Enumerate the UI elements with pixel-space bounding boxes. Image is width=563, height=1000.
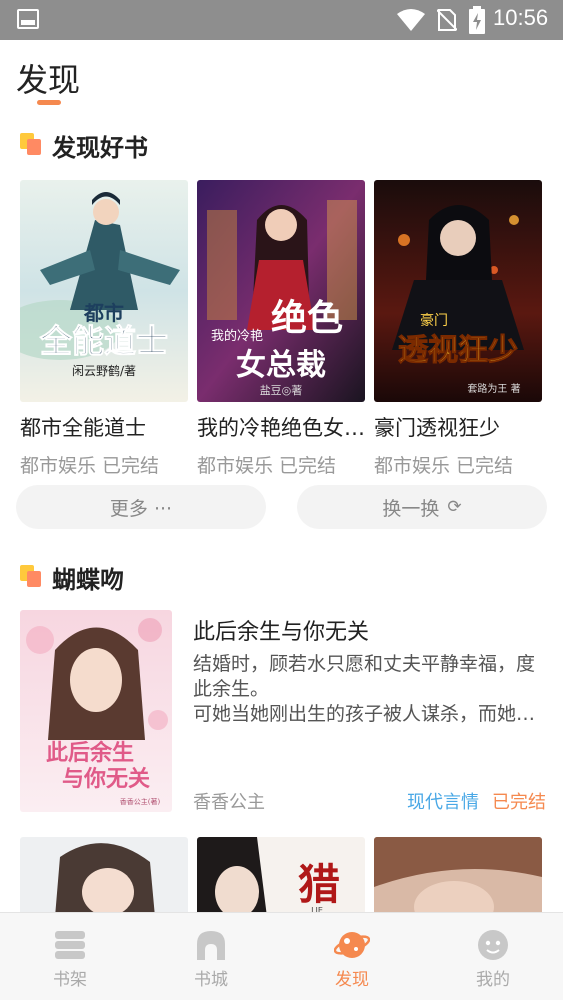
featured-book-author: 香香公主 <box>193 792 265 813</box>
cover-art: 都市 全能道士 闲云野鹤/著 <box>20 180 188 402</box>
cover-art: 此后余生 与你无关 香香公主(著) <box>20 610 172 812</box>
section-title: 蝴蝶吻 <box>52 565 124 594</box>
section-icon <box>20 133 44 157</box>
book-meta: 都市娱乐 已完结 <box>374 455 514 477</box>
book-meta: 都市娱乐 已完结 <box>20 455 160 477</box>
book-title[interactable]: 豪门透视狂少 <box>374 412 542 442</box>
page-title: 发现 <box>16 61 81 99</box>
nav-item-profile[interactable]: 我的 <box>423 913 563 1000</box>
section-title: 发现好书 <box>52 133 148 162</box>
more-button-label: 更多 ··· <box>109 497 173 520</box>
book-cover[interactable]: 豪门 透视狂少 套路为王 著 <box>374 180 542 402</box>
svg-text:盐豆◎著: 盐豆◎著 <box>260 383 303 397</box>
nav-label: 发现 <box>335 970 369 990</box>
book-title[interactable]: 都市全能道士 <box>20 412 188 442</box>
book-cover[interactable]: 我的冷艳 绝色 女总裁 盐豆◎著 <box>197 180 365 402</box>
nav-item-bookstore[interactable]: 书城 <box>141 913 281 1000</box>
cover-art <box>374 837 542 917</box>
book-title[interactable]: 我的冷艳绝色女总裁 <box>197 412 365 442</box>
nav-label: 书城 <box>194 970 228 990</box>
status-bar: 10:56 <box>0 0 563 40</box>
svg-text:我的冷艳: 我的冷艳 <box>211 328 263 344</box>
description-line: 可她当她刚出生的孩子被人谋杀，而她为了查清真相 <box>193 703 543 725</box>
bookshelf-icon <box>55 931 85 959</box>
svg-text:绝色: 绝色 <box>271 297 343 339</box>
refresh-icon: ⟳ <box>447 497 462 517</box>
svg-text:与你无关: 与你无关 <box>62 767 150 792</box>
bottom-nav: 书架 书城 发现 我的 <box>0 912 563 1000</box>
no-sim-icon <box>437 9 457 31</box>
svg-text:此后余生: 此后余生 <box>46 740 134 766</box>
book-cover[interactable] <box>374 837 542 917</box>
book-card[interactable]: 豪门 透视狂少 套路为王 著 豪门透视狂少 都市娱乐 已完结 <box>374 180 542 478</box>
title-underline <box>37 100 61 105</box>
book-meta: 都市娱乐 已完结 <box>197 455 337 477</box>
profile-icon <box>478 930 508 960</box>
svg-text:透视狂少: 透视狂少 <box>398 333 518 368</box>
svg-text:套路为王 著: 套路为王 著 <box>467 382 520 395</box>
nav-label: 书架 <box>53 970 87 990</box>
section-header-discover: 发现好书 <box>20 128 148 162</box>
more-button[interactable]: 更多 ··· <box>16 485 266 529</box>
clock: 10:56 <box>493 5 549 30</box>
section-header-butterfly: 蝴蝶吻 <box>20 560 124 594</box>
book-cover[interactable]: 都市 全能道士 闲云野鹤/著 <box>20 180 188 402</box>
svg-text:闲云野鹤/著: 闲云野鹤/著 <box>72 363 136 378</box>
status-tag: 已完结 <box>492 792 546 813</box>
refresh-button[interactable]: 换一换 ⟳ <box>297 485 547 529</box>
cover-art <box>20 837 188 917</box>
featured-book-title[interactable]: 此后余生与你无关 <box>193 614 369 646</box>
genre-tag: 现代言情 <box>407 792 479 813</box>
featured-book-description: 结婚时，顾若水只愿和丈夫平静幸福，度此余生。 可她当她刚出生的孩子被人谋杀，而她… <box>193 652 543 727</box>
bookstore-icon <box>197 931 225 960</box>
description-line: 结婚时，顾若水只愿和丈夫平静幸福，度此余生。 <box>193 653 536 700</box>
svg-text:全能道士: 全能道士 <box>39 322 168 360</box>
cover-art: 我的冷艳 绝色 女总裁 盐豆◎著 <box>197 180 365 402</box>
section-icon <box>20 565 44 589</box>
refresh-button-label: 换一换 <box>382 497 440 520</box>
svg-text:女总裁: 女总裁 <box>236 348 326 383</box>
battery-charging-icon <box>469 6 485 34</box>
nav-item-discover[interactable]: 发现 <box>282 913 422 1000</box>
book-card[interactable]: 我的冷艳 绝色 女总裁 盐豆◎著 我的冷艳绝色女总裁 都市娱乐 已完结 <box>197 180 365 478</box>
book-card[interactable]: 都市 全能道士 闲云野鹤/著 都市全能道士 都市娱乐 已完结 <box>20 180 188 478</box>
nav-label: 我的 <box>476 970 510 990</box>
featured-book-cover[interactable]: 此后余生 与你无关 香香公主(著) <box>20 610 172 812</box>
svg-text:香香公主(著): 香香公主(著) <box>120 797 161 806</box>
book-cover[interactable] <box>20 837 188 917</box>
wifi-icon <box>397 9 425 31</box>
nav-item-bookshelf[interactable]: 书架 <box>0 913 140 1000</box>
book-cover[interactable]: 猎 LIE <box>197 837 365 917</box>
cover-art: 豪门 透视狂少 套路为王 著 <box>374 180 542 402</box>
cover-art: 猎 LIE <box>197 837 365 917</box>
svg-text:豪门: 豪门 <box>420 313 448 329</box>
discover-icon <box>334 932 370 958</box>
svg-text:猎: 猎 <box>298 860 340 909</box>
notification-app-icon <box>17 9 39 29</box>
